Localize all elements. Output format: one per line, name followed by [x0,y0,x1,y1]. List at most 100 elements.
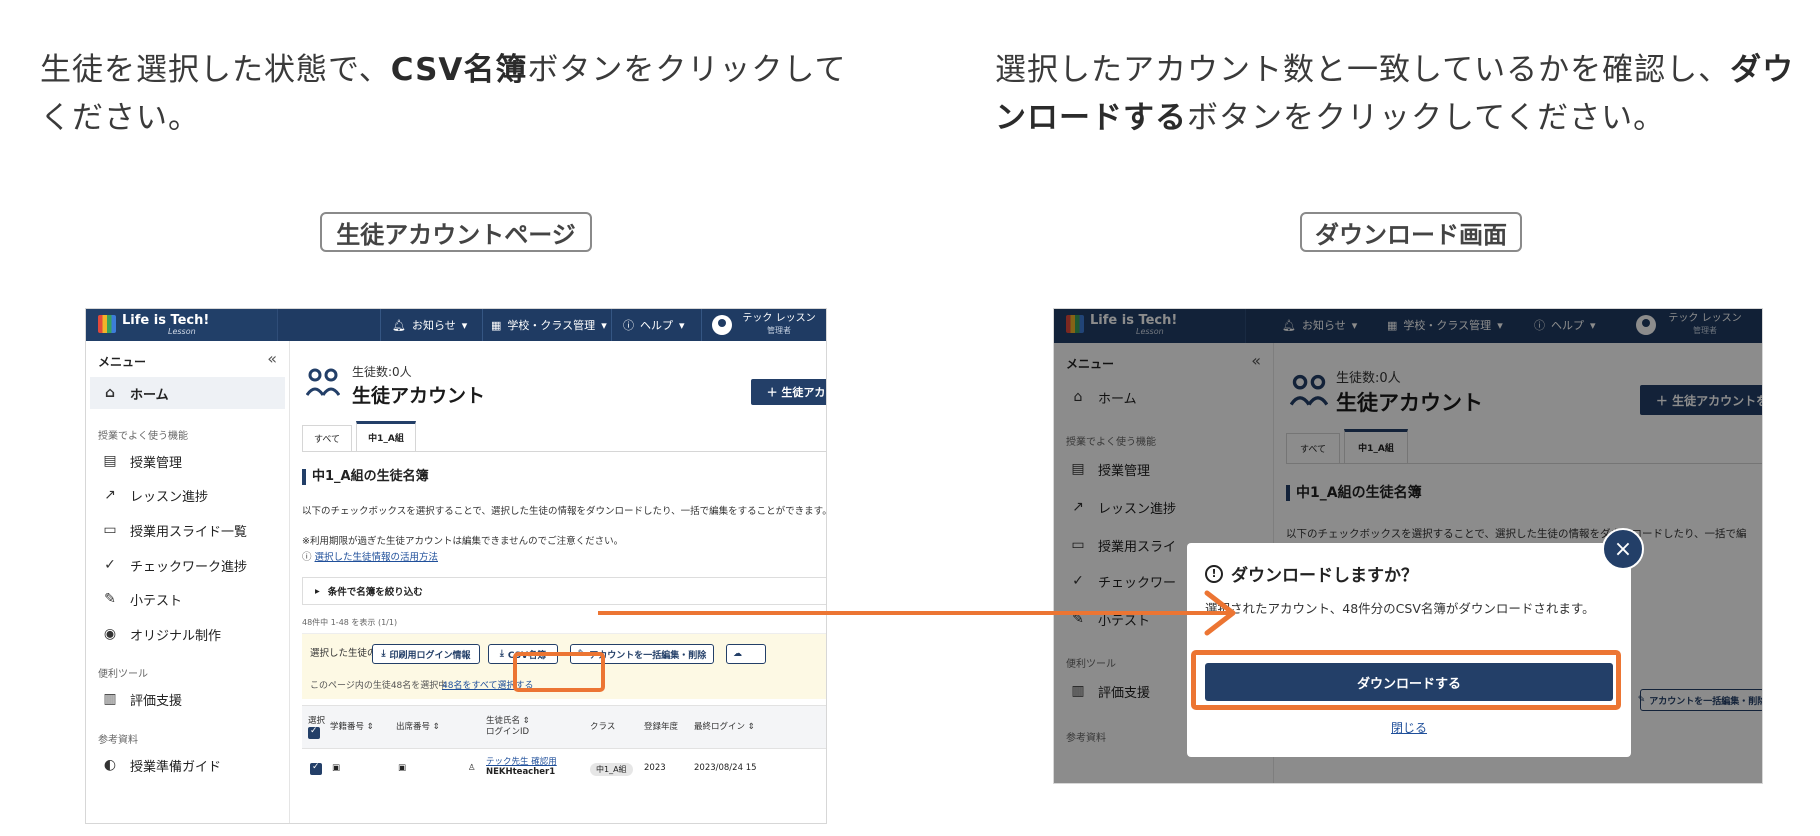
right-instruction-post: ボタンをクリックしてください。 [1187,100,1666,136]
nav-school[interactable]: ▦ 学校・クラス管理 ▾ [491,309,607,341]
sidebar-item-home[interactable]: ⌂ ホーム [90,377,285,409]
col-attend-no[interactable]: 出席番号 ⇕ [396,722,440,733]
close-icon[interactable]: × [1602,528,1644,570]
palette-icon: ◉ [103,626,117,642]
trend-icon: ↗ [104,487,116,503]
row-student-name[interactable]: テック先生 確認用 [486,755,557,767]
question-icon: ⓘ [623,319,634,332]
row-year: 2023 [644,763,666,773]
filter-toggle[interactable]: ▸ 条件で名簿を絞り込む [302,577,826,605]
presentation-icon: ▭ [103,522,117,538]
id-card-icon: ▣ [398,763,407,773]
chevron-down-icon: ▾ [461,318,468,332]
modal-body: 選択されたアカウント、48件分のCSV名簿がダウンロードされます。 [1205,601,1595,616]
avatar-icon [712,315,732,335]
page-title: 生徒アカウント [352,385,486,407]
sidebar-item-label: 授業準備ガイド [130,759,222,775]
exclamation-icon: ! [1205,564,1223,583]
sidebar-item-lesson-manage[interactable]: ▤ 授業管理 [90,445,285,477]
cloud-icon: ☁ [733,649,742,659]
chevron-down-icon: ▾ [679,318,685,332]
tab-class-a[interactable]: 中1_A組 [356,421,416,451]
logo-text: Life is Tech! [122,313,210,328]
row-last-login: 2023/08/24 15 [694,763,757,773]
sidebar-group-ref: 参考資料 [98,735,138,746]
sidebar-item-label: 授業管理 [130,455,183,471]
people-icon [306,368,340,396]
left-instruction-bold: CSV名簿 [390,52,528,88]
caption-left: 生徒アカウントページ [320,212,592,252]
expiry-note: ※利用期限が過ぎた生徒アカウントは編集できませんのでご注意ください。 [302,536,624,547]
user-name: テック レッスン [742,313,816,324]
shield-icon: ◐ [103,757,117,773]
question-icon: ⓘ [302,552,315,563]
building-icon: ▦ [491,318,502,332]
close-link[interactable]: 閉じる [1391,719,1427,736]
nav-notice-label: お知らせ [411,319,456,332]
navbar-divider [701,309,702,341]
sidebar-item-checkwork[interactable]: ✓ チェックワーク進捗 [90,549,285,581]
right-instruction: 選択したアカウント数と一致しているかを確認し、ダウンロードするボタンをクリックし… [995,46,1795,142]
logo[interactable]: Life is Tech! Lesson [86,309,278,341]
col-last-login[interactable]: 最終ログイン ⇕ [694,722,755,733]
col-login-id-label: ログインID [486,727,530,737]
sidebar-item-quiz[interactable]: ✎ 小テスト [90,583,285,615]
download-icon: ⤓ [381,649,386,659]
collapse-icon[interactable]: « [267,349,277,368]
selected-label: 選択した生徒の [310,648,377,659]
bell-icon: 🔔︎ [392,318,406,332]
sidebar-item-slides[interactable]: ▭ 授業用スライド一覧 [90,514,285,546]
left-screen: Life is Tech! Lesson 🔔︎ お知らせ ▾ ▦ 学校・クラス管理 ▾ … [85,308,827,824]
sort-icon: ⇕ [747,722,755,732]
sidebar-item-eval[interactable]: ▥ 評価支援 [90,683,285,715]
navbar-divider [482,309,483,341]
right-instruction-pre: 選択したアカウント数と一致しているかを確認し、 [995,52,1731,88]
student-count: 生徒数:0人 [352,365,412,379]
modal-title: ! ダウンロードしますか？ [1205,561,1418,586]
result-count: 48件中 1-48 を表示 (1/1) [302,618,398,627]
sidebar: メニュー « ⌂ ホーム 授業でよく使う機能 ▤ 授業管理 ↗ レッスン進捗 ▭ 授業用… [86,341,290,823]
caret-right-icon: ▸ [315,585,320,597]
select-all-checkbox[interactable] [308,726,320,739]
logo-icon [98,315,116,333]
help-link[interactable]: 選択した生徒情報の活用方法 [315,552,439,563]
issue-account-button[interactable]: ＋ 生徒アカウントを発行 [751,379,826,405]
row-checkbox[interactable] [310,762,322,775]
nav-school-label: 学校・クラス管理 [507,319,596,332]
col-student-no[interactable]: 学籍番号 ⇕ [330,722,374,733]
chart-icon: ▥ [103,691,117,707]
sidebar-item-label: 授業用スライド一覧 [130,524,248,540]
student-avatar-icon: ♙ [468,763,476,773]
left-instruction-pre: 生徒を選択した状態で、 [40,52,391,88]
navbar-divider [611,309,612,341]
help-link-row: ⓘ 選択した生徒情報の活用方法 [302,551,438,565]
sidebar-item-label: 評価支援 [130,693,183,709]
col-name[interactable]: 生徒氏名 ⇕ ログインID [486,716,530,738]
home-icon: ⌂ [104,385,116,401]
sidebar-item-progress[interactable]: ↗ レッスン進捗 [90,479,285,511]
sidebar-item-label: レッスン進捗 [130,489,209,505]
col-attend-no-label: 出席番号 [396,722,431,732]
table-row[interactable]: ▣ ▣ ♙ テック先生 確認用 NEKHteacher1 中1_A組 2023 … [302,751,826,791]
sidebar-item-original[interactable]: ◉ オリジナル制作 [90,618,285,650]
col-name-label: 生徒氏名 [486,716,521,726]
tab-underline [302,451,826,452]
nav-notice[interactable]: 🔔︎ お知らせ ▾ [392,309,467,341]
sidebar-menu-label: メニュー [98,355,147,369]
col-last-login-label: 最終ログイン [694,722,746,732]
sidebar-item-label: オリジナル制作 [130,628,222,644]
id-card-icon: ▣ [332,763,341,773]
nav-user-menu[interactable] [712,309,732,341]
check-circle-icon: ✓ [104,557,116,573]
nav-help[interactable]: ⓘ ヘルプ ▾ [623,309,685,341]
csv-button-highlight [513,652,605,692]
cloud-button[interactable]: ☁ [726,644,766,664]
print-login-button[interactable]: ⤓ 印刷用ログイン情報 [372,644,480,664]
tab-all[interactable]: すべて [302,425,352,451]
col-class: クラス [590,722,616,732]
sidebar-item-guide[interactable]: ◐ 授業準備ガイド [90,749,285,781]
connector-arrow-head [1204,590,1236,636]
logo-subtext: Lesson [168,327,196,336]
navbar-divider [380,309,381,341]
user-role: 管理者 [767,326,791,335]
